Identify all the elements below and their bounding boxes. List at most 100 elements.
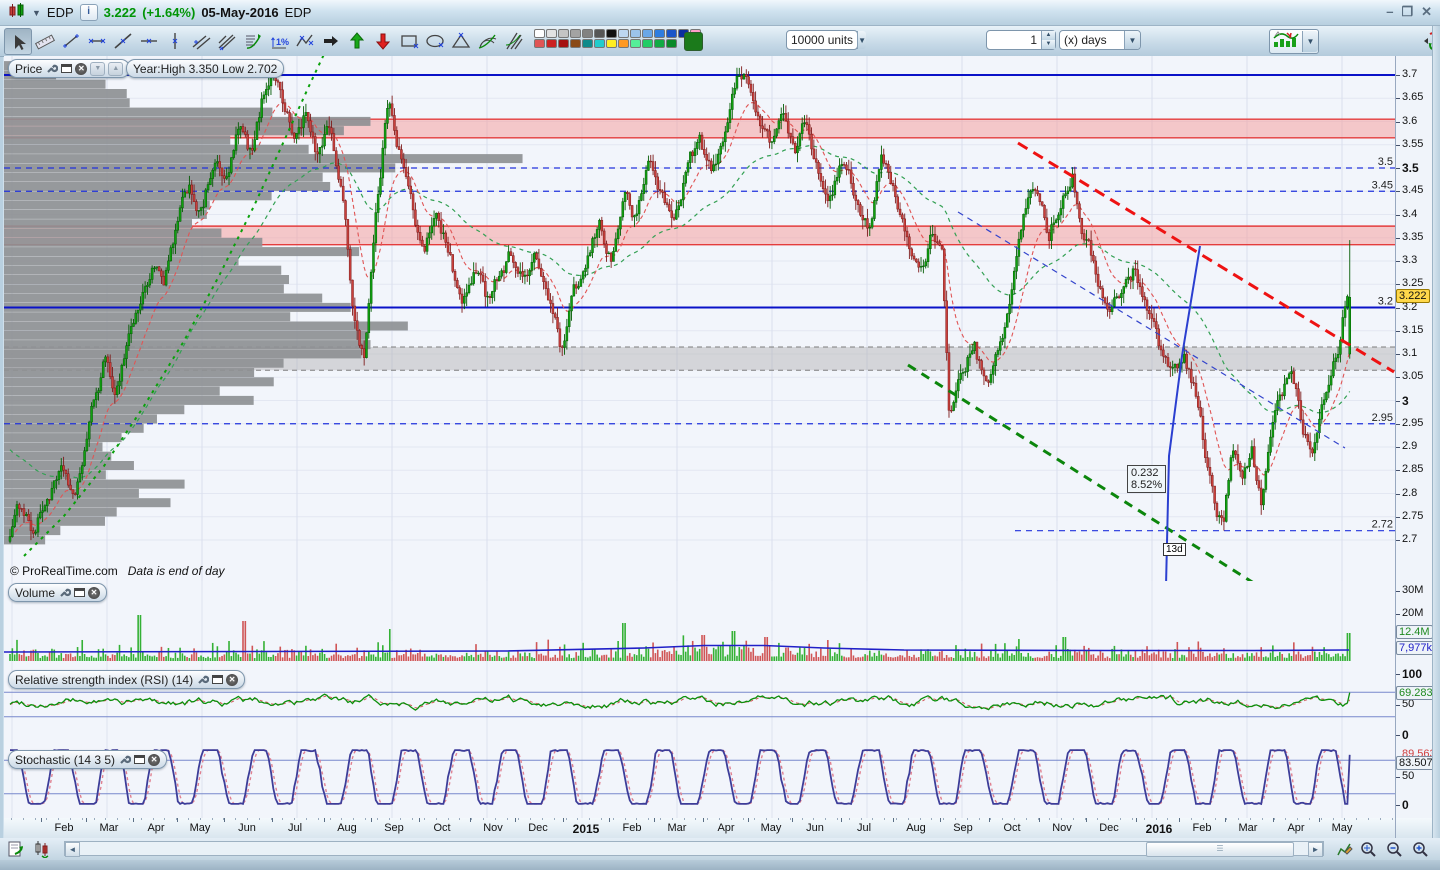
close-panel-icon[interactable]: ✕	[88, 587, 100, 599]
h-segment-tool[interactable]	[84, 28, 110, 53]
wrench-icon[interactable]	[58, 586, 71, 599]
draw-on-chart-icon[interactable]	[1334, 840, 1354, 858]
color-swatch[interactable]	[558, 29, 569, 38]
detach-window-icon[interactable]	[212, 675, 223, 684]
minimize-button[interactable]: –	[1386, 4, 1393, 20]
color-swatch[interactable]	[570, 39, 581, 48]
period-value-spinner[interactable]: 1 ▲▼	[986, 30, 1056, 50]
color-swatch[interactable]	[630, 29, 641, 38]
info-button[interactable]: i	[80, 4, 98, 21]
rsi-panel[interactable]: Relative strength index (RSI) (14) ✕	[4, 668, 1395, 749]
color-swatch[interactable]	[618, 29, 629, 38]
pattern-detector-icon[interactable]	[32, 840, 52, 858]
instrument-dropdown-arrow[interactable]: ▼	[32, 8, 41, 18]
rect-tool[interactable]	[396, 28, 422, 53]
palette-row-2	[534, 39, 702, 49]
color-swatch[interactable]	[666, 39, 677, 48]
add-chart-dropdown-arrow[interactable]: ▼	[1302, 31, 1318, 52]
color-swatch[interactable]	[606, 29, 617, 38]
zoom-out-icon[interactable]	[1384, 840, 1404, 858]
zigzag-tool[interactable]	[292, 28, 318, 53]
volume-panel-header: Volume ✕	[8, 583, 107, 602]
add-chart-button[interactable]: ▼	[1269, 29, 1319, 54]
wrench-icon[interactable]	[196, 673, 209, 686]
wrench-icon[interactable]	[45, 62, 58, 75]
ellipse-tool[interactable]	[422, 28, 448, 53]
color-swatch[interactable]	[582, 39, 593, 48]
move-up-button[interactable]: ▲	[108, 62, 123, 76]
detach-window-icon[interactable]	[61, 64, 72, 73]
units-dropdown[interactable]: 10000 units ▼	[786, 30, 858, 50]
h-line-tool[interactable]	[136, 28, 162, 53]
ruler-tool[interactable]	[32, 28, 58, 53]
restore-button[interactable]: ❐	[1401, 4, 1413, 20]
line-tool[interactable]	[110, 28, 136, 53]
arrow-up-tool[interactable]	[344, 28, 370, 53]
color-swatch[interactable]	[546, 29, 557, 38]
color-swatch[interactable]	[666, 29, 677, 38]
time-axis-month-label: Aug	[337, 822, 357, 834]
channel-tool[interactable]	[188, 28, 214, 53]
arrow-right-tool[interactable]	[318, 28, 344, 53]
close-panel-icon[interactable]: ✕	[148, 754, 160, 766]
close-panel-icon[interactable]: ✕	[75, 63, 87, 75]
rsi-panel-header: Relative strength index (RSI) (14) ✕	[8, 670, 245, 689]
percent-tool[interactable]: 1%	[266, 28, 292, 53]
volume-panel[interactable]: Volume ✕	[4, 581, 1395, 669]
notes-tool[interactable]	[240, 28, 266, 53]
detach-window-icon[interactable]	[134, 755, 145, 764]
selected-color-swatch[interactable]	[684, 32, 703, 51]
color-swatch[interactable]	[606, 39, 617, 48]
price-axis-label: 3.6	[1402, 115, 1417, 127]
units-dropdown-arrow[interactable]: ▼	[857, 31, 866, 49]
period-unit-dropdown[interactable]: (x) days ▼	[1059, 30, 1141, 50]
scroll-right-arrow[interactable]: ►	[1308, 842, 1323, 857]
arcs-tool[interactable]	[474, 28, 500, 53]
scroll-left-arrow[interactable]: ◄	[65, 842, 80, 857]
color-swatch[interactable]	[582, 29, 593, 38]
price-chart-panel[interactable]: 3.53.453.22.952.72 Price ✕ ▼ ▲ Year:High…	[4, 56, 1395, 582]
zoom-in-icon[interactable]	[1410, 840, 1430, 858]
pitchfork-tool[interactable]	[214, 28, 240, 53]
cursor-tool[interactable]	[4, 28, 32, 55]
fibonacci-retracement-label[interactable]: 0.2328.52%	[1127, 465, 1166, 493]
color-swatch[interactable]	[654, 39, 665, 48]
price-axis-label: 3.05	[1402, 370, 1423, 382]
v-line-tool[interactable]	[162, 28, 188, 53]
export-chart-icon[interactable]	[6, 840, 26, 858]
color-swatch[interactable]	[570, 29, 581, 38]
speedlines-tool[interactable]	[500, 28, 526, 53]
color-swatch[interactable]	[642, 39, 653, 48]
segment-tool[interactable]	[58, 28, 84, 53]
move-down-button[interactable]: ▼	[90, 62, 105, 76]
color-swatch[interactable]	[642, 29, 653, 38]
days-count-label[interactable]: 13d	[1163, 543, 1186, 556]
color-swatch[interactable]	[558, 39, 569, 48]
color-swatch[interactable]	[630, 39, 641, 48]
color-swatch[interactable]	[594, 39, 605, 48]
period-dropdown-arrow[interactable]: ▼	[1124, 31, 1140, 49]
color-swatch[interactable]	[546, 39, 557, 48]
close-button[interactable]: ✕	[1421, 4, 1432, 20]
detach-window-icon[interactable]	[74, 588, 85, 597]
color-swatch[interactable]	[594, 29, 605, 38]
arrow-down-tool[interactable]	[370, 28, 396, 53]
price-axis-label: 3.1	[1402, 347, 1417, 359]
horizontal-scrollbar[interactable]: ◄ ☰ ►	[64, 841, 1324, 856]
color-swatch[interactable]	[618, 39, 629, 48]
zoom-fit-icon[interactable]	[1358, 840, 1378, 858]
price-axis-label: 3.55	[1402, 138, 1423, 150]
color-swatch[interactable]	[534, 39, 545, 48]
spinner-buttons[interactable]: ▲▼	[1041, 31, 1055, 49]
price-axis-label: 3.35	[1402, 231, 1423, 243]
stochastic-panel[interactable]: Stochastic (14 3 5) ✕	[4, 748, 1395, 819]
time-axis-month-label: Feb	[1193, 822, 1212, 834]
color-swatch[interactable]	[654, 29, 665, 38]
triangle-tool[interactable]	[448, 28, 474, 53]
palette-row-1	[534, 29, 702, 39]
wrench-icon[interactable]	[118, 753, 131, 766]
price-chart-canvas[interactable]: 3.53.453.22.952.72	[4, 56, 1395, 581]
scrollbar-thumb[interactable]: ☰	[1146, 842, 1294, 857]
close-panel-icon[interactable]: ✕	[226, 674, 238, 686]
color-swatch[interactable]	[534, 29, 545, 38]
